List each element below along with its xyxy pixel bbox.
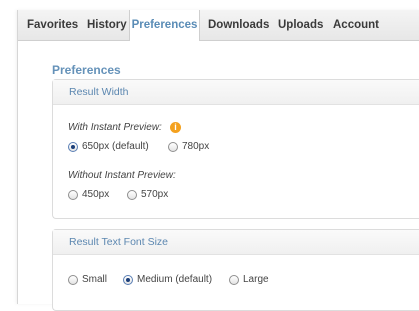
info-icon[interactable]: i <box>170 122 181 133</box>
radio-font-small[interactable]: Small <box>68 274 107 285</box>
radio-unselected-icon <box>127 189 137 200</box>
tab-history[interactable]: History <box>87 10 127 40</box>
radio-font-large-label: Large <box>243 274 269 285</box>
tab-bar: Favorites History Preferences Downloads … <box>18 10 419 41</box>
radio-780px-label: 780px <box>182 141 210 152</box>
radio-unselected-icon <box>168 141 178 152</box>
radio-unselected-icon <box>68 274 78 285</box>
with-instant-preview-label: With Instant Preview: <box>68 122 162 133</box>
radio-font-medium[interactable]: Medium (default) <box>123 274 212 285</box>
result-width-header: Result Width <box>53 80 419 105</box>
tab-favorites[interactable]: Favorites <box>27 10 78 40</box>
radio-450px[interactable]: 450px <box>68 189 109 200</box>
tab-account[interactable]: Account <box>333 10 379 40</box>
radio-unselected-icon <box>68 189 78 200</box>
without-instant-preview-label: Without Instant Preview: <box>68 170 176 181</box>
radio-font-medium-label: Medium (default) <box>137 274 213 285</box>
preferences-window: Favorites History Preferences Downloads … <box>17 10 419 311</box>
radio-570px-label: 570px <box>141 189 169 200</box>
font-size-card: Result Text Font Size Small Medium (defa… <box>52 229 419 311</box>
tab-uploads[interactable]: Uploads <box>278 10 323 40</box>
tab-downloads[interactable]: Downloads <box>208 10 269 40</box>
radio-650px-label: 650px (default) <box>82 141 149 152</box>
font-size-header: Result Text Font Size <box>53 230 419 255</box>
radio-font-small-label: Small <box>82 274 108 285</box>
result-width-card: Result Width With Instant Preview: i 650… <box>52 79 419 219</box>
radio-font-large[interactable]: Large <box>229 274 269 285</box>
radio-450px-label: 450px <box>82 189 110 200</box>
radio-selected-icon <box>68 141 78 152</box>
radio-570px[interactable]: 570px <box>127 189 168 200</box>
tab-preferences[interactable]: Preferences <box>129 10 200 41</box>
page-title: Preferences <box>52 63 121 77</box>
radio-650px[interactable]: 650px (default) <box>68 141 149 152</box>
radio-unselected-icon <box>229 274 239 285</box>
radio-780px[interactable]: 780px <box>168 141 209 152</box>
radio-selected-icon <box>123 274 133 285</box>
